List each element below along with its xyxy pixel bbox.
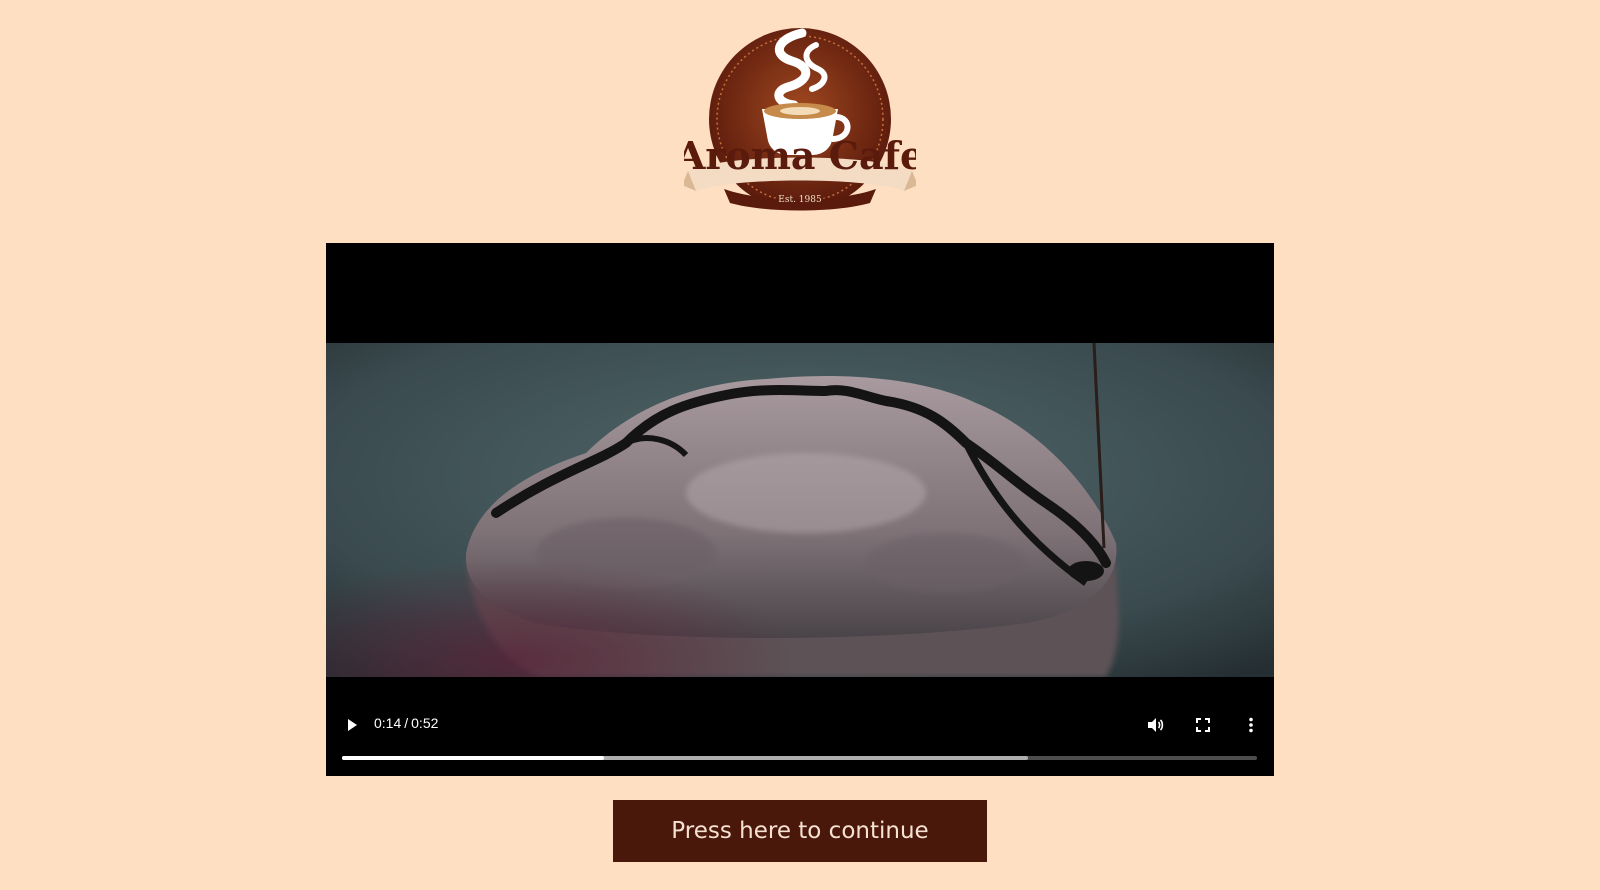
video-controls: 0:14/0:52 <box>326 676 1274 776</box>
play-icon <box>348 719 357 731</box>
current-time: 0:14 <box>374 715 402 731</box>
time-separator: / <box>404 715 409 731</box>
volume-icon <box>1148 718 1164 732</box>
duration: 0:52 <box>411 715 439 731</box>
played-bar <box>342 756 604 760</box>
more-options-icon <box>1249 717 1253 733</box>
fullscreen-icon <box>1196 718 1210 732</box>
fullscreen-button[interactable] <box>1185 707 1221 743</box>
video-player[interactable]: 0:14/0:52 <box>326 243 1274 776</box>
continue-button[interactable]: Press here to continue <box>613 800 987 862</box>
play-button[interactable] <box>334 707 370 743</box>
logo-established-text: Est. 1985 <box>778 195 822 205</box>
aroma-cafe-logo: Aroma Cafe Est. 1985 <box>684 25 916 213</box>
progress-bar[interactable] <box>342 756 1257 760</box>
video-frame[interactable] <box>326 343 1274 677</box>
logo-brand-text: Aroma Cafe <box>684 133 916 178</box>
volume-button[interactable] <box>1137 707 1173 743</box>
time-display: 0:14/0:52 <box>374 715 438 731</box>
more-options-button[interactable] <box>1233 707 1269 743</box>
page: Aroma Cafe Est. 1985 0:14 / 0:52 Press h… <box>0 0 1600 890</box>
